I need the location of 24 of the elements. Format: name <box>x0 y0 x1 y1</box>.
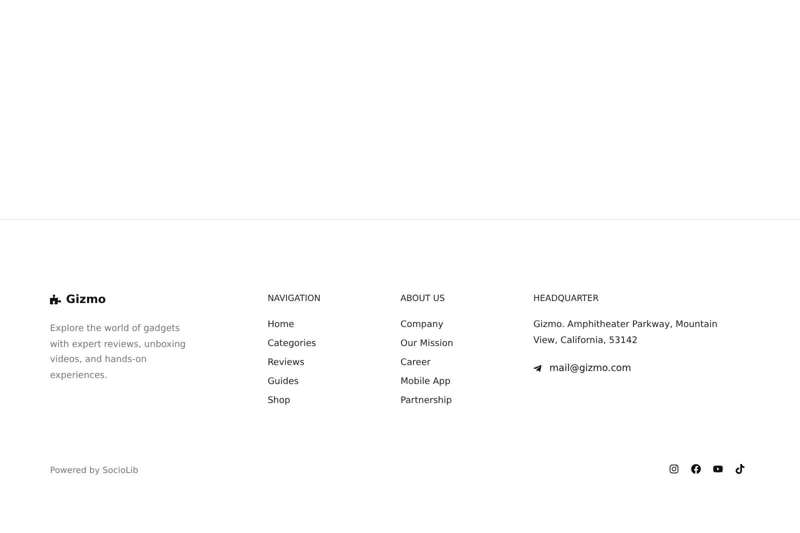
email-link[interactable]: mail@gizmo.com <box>533 363 750 374</box>
footer-link[interactable]: Our Mission <box>400 337 534 351</box>
send-icon <box>533 364 542 373</box>
footer-link[interactable]: Company <box>400 318 534 332</box>
instagram-icon[interactable] <box>669 464 679 474</box>
column-title: HEADQUARTER <box>533 293 600 306</box>
column-title: ABOUT US <box>400 293 446 306</box>
puzzle-icon <box>50 294 61 304</box>
footer-link[interactable]: Shop <box>268 394 400 408</box>
tiktok-icon[interactable] <box>735 464 745 474</box>
brand-description: Explore the world of gadgets with expert reviews, unboxing videos, and hands-on experiences. <box>50 323 187 383</box>
footer-link[interactable]: Reviews <box>268 356 400 370</box>
footer-link[interactable]: Home <box>268 318 400 332</box>
column-title: NAVIGATION <box>268 293 322 306</box>
footer-link[interactable]: Partnership <box>400 394 534 408</box>
footer-link[interactable]: Career <box>400 356 534 370</box>
youtube-icon[interactable] <box>713 464 723 474</box>
footer-link[interactable]: Guides <box>268 375 400 389</box>
footer-link[interactable]: Mobile App <box>400 375 534 389</box>
facebook-icon[interactable] <box>691 464 701 474</box>
address: Gizmo. Amphitheater Parkway, Mountain View, California, 53142 <box>533 319 718 348</box>
powered-by: Powered by SocioLib <box>50 466 138 476</box>
footer-link[interactable]: Categories <box>268 337 400 351</box>
brand-name: Gizmo <box>66 292 106 306</box>
